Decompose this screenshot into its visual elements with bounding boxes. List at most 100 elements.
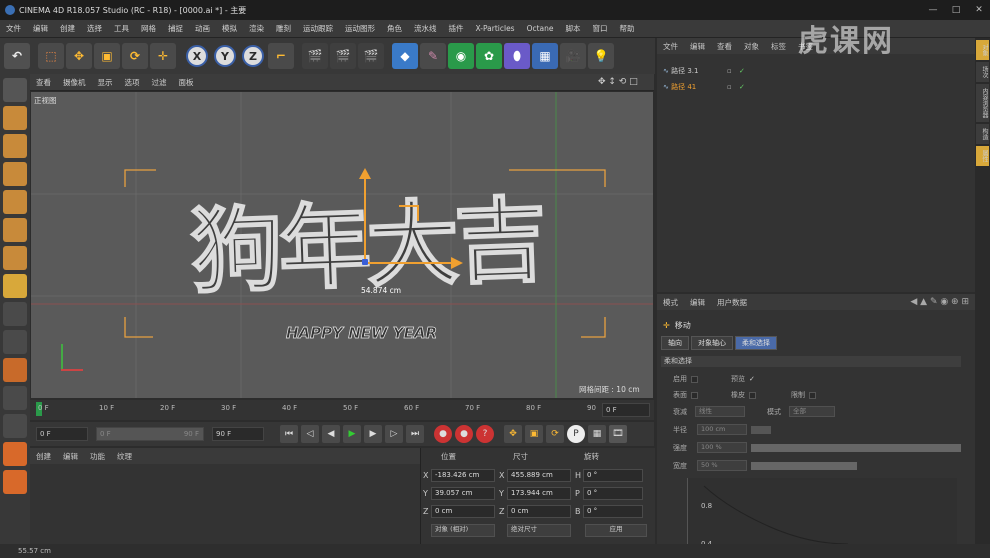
texture-mode-icon[interactable] <box>3 134 27 158</box>
object-row-2[interactable]: ∿ 路径 41 ▫ ✓ <box>663 82 745 92</box>
camera-icon[interactable]: 🎥 <box>560 43 586 69</box>
prev-frame-icon[interactable]: ◀ <box>322 425 340 443</box>
menu-item[interactable]: 运动图形 <box>339 23 381 34</box>
material-menu-item[interactable]: 功能 <box>84 451 111 462</box>
tweak-icon[interactable] <box>3 302 27 326</box>
menu-item[interactable]: 角色 <box>381 23 408 34</box>
rotation-field[interactable]: 0 ° <box>583 469 643 482</box>
material-menu-item[interactable]: 编辑 <box>57 451 84 462</box>
right-tab[interactable]: 属性 <box>976 146 989 166</box>
axis-x-lock[interactable]: X <box>184 43 210 69</box>
workplane-icon[interactable] <box>3 162 27 186</box>
prev-key-icon[interactable]: ◁ <box>301 425 319 443</box>
render-picture-icon[interactable]: 🎬 <box>330 43 356 69</box>
enabled-check-icon[interactable]: ✓ <box>739 67 745 75</box>
record-icon[interactable]: ● <box>434 425 452 443</box>
attribute-menu-item[interactable]: 模式 <box>657 297 684 308</box>
range-slider[interactable]: 0 F 90 F <box>96 427 204 441</box>
object-menu-item[interactable]: 标签 <box>765 41 792 52</box>
viewport-menu-item[interactable]: 过滤 <box>146 77 173 88</box>
next-frame-icon[interactable]: ▶ <box>364 425 382 443</box>
width-field[interactable]: 50 % <box>697 460 747 471</box>
menu-item[interactable]: 窗口 <box>587 23 614 34</box>
menu-item[interactable]: 运动跟踪 <box>297 23 339 34</box>
key-rotate-icon[interactable]: ⟳ <box>546 425 564 443</box>
close-button[interactable]: ✕ <box>968 3 990 17</box>
key-move-icon[interactable]: ✥ <box>504 425 522 443</box>
apply-button[interactable]: 应用 <box>585 524 647 537</box>
xparticles-icon[interactable] <box>3 442 27 466</box>
preview-checkbox[interactable]: ✓ <box>749 375 755 383</box>
script-icon[interactable] <box>3 414 27 438</box>
viewport-menu-item[interactable]: 摄像机 <box>57 77 92 88</box>
object-menu-item[interactable]: 查看 <box>711 41 738 52</box>
rubber-checkbox[interactable] <box>749 391 756 399</box>
coord-mode-dropdown[interactable]: 对象 (相对) <box>431 524 495 537</box>
rotation-field[interactable]: 0 ° <box>583 487 643 500</box>
coordinate-system-icon[interactable]: ⌐ <box>268 43 294 69</box>
menu-item[interactable]: 模拟 <box>216 23 243 34</box>
move-gizmo-y-axis[interactable] <box>364 174 366 264</box>
menu-item[interactable]: 动画 <box>189 23 216 34</box>
enable-axis-icon[interactable] <box>3 274 27 298</box>
menu-item[interactable]: 插件 <box>443 23 470 34</box>
goto-start-icon[interactable]: ⏮ <box>280 425 298 443</box>
menu-item[interactable]: 工具 <box>108 23 135 34</box>
model-mode-icon[interactable] <box>3 106 27 130</box>
menu-item[interactable]: 流水线 <box>408 23 443 34</box>
subdivision-icon[interactable]: ◉ <box>448 43 474 69</box>
max-frame-field[interactable]: 90 F <box>212 427 264 441</box>
radius-field[interactable]: 100 cm <box>697 424 747 435</box>
falloff-dropdown[interactable]: 线性 <box>695 406 745 417</box>
viewport-nav-icons[interactable]: ✥ ↕ ⟲ □ <box>598 77 638 87</box>
viewport-menu-item[interactable]: 显示 <box>92 77 119 88</box>
key-scale-icon[interactable]: ▣ <box>525 425 543 443</box>
polygons-mode-icon[interactable] <box>3 246 27 270</box>
menu-item[interactable]: 渲染 <box>243 23 270 34</box>
play-icon[interactable]: ▶ <box>343 425 361 443</box>
object-menu-item[interactable]: 编辑 <box>684 41 711 52</box>
enable-row[interactable]: 启用 <box>673 374 702 384</box>
menu-item[interactable]: 捕捉 <box>162 23 189 34</box>
visibility-icon[interactable]: ▫ <box>727 67 732 75</box>
viewport-menu-item[interactable]: 选项 <box>119 77 146 88</box>
menu-item[interactable]: 文件 <box>0 23 27 34</box>
enable-checkbox[interactable] <box>691 375 698 383</box>
deformer-icon[interactable]: ⬮ <box>504 43 530 69</box>
current-frame-field[interactable]: 0 F <box>36 427 88 441</box>
timeline-window-icon[interactable]: 🎞 <box>609 425 627 443</box>
edges-mode-icon[interactable] <box>3 218 27 242</box>
lock-icon[interactable] <box>3 386 27 410</box>
right-tab[interactable]: 构造 <box>976 124 989 144</box>
axis-z-lock[interactable]: Z <box>240 43 266 69</box>
render-view-icon[interactable]: 🎬 <box>302 43 328 69</box>
width-slider[interactable] <box>751 461 857 470</box>
mode-dropdown[interactable]: 全部 <box>789 406 835 417</box>
rotation-field[interactable]: 0 ° <box>583 505 643 518</box>
move-all-icon[interactable]: ✛ <box>150 43 176 69</box>
attribute-tab[interactable]: 轴向 <box>661 336 689 350</box>
radius-slider[interactable] <box>751 425 771 434</box>
position-field[interactable]: -183.426 cm <box>431 469 495 482</box>
attribute-tab[interactable]: 对象轴心 <box>691 336 733 350</box>
maximize-button[interactable]: □ <box>945 3 967 17</box>
cube-icon[interactable]: ◆ <box>392 43 418 69</box>
object-menu-item[interactable]: 对象 <box>738 41 765 52</box>
rubber-row[interactable]: 橡皮 <box>731 390 760 400</box>
menu-item[interactable]: 雕刻 <box>270 23 297 34</box>
size-field[interactable]: 455.889 cm <box>507 469 571 482</box>
material-area[interactable] <box>30 464 420 544</box>
size-field[interactable]: 0 cm <box>507 505 571 518</box>
undo-icon[interactable]: ↶ <box>4 43 30 69</box>
move-icon[interactable]: ✥ <box>66 43 92 69</box>
move-gizmo-x-axis[interactable] <box>365 262 455 264</box>
position-field[interactable]: 0 cm <box>431 505 495 518</box>
right-tab[interactable]: 场次 <box>976 62 989 82</box>
restrict-row[interactable]: 限制 <box>791 390 820 400</box>
restrict-checkbox[interactable] <box>809 391 816 399</box>
attribute-menu-item[interactable]: 用户数据 <box>711 297 753 308</box>
menu-item[interactable]: 脚本 <box>560 23 587 34</box>
end-frame-field[interactable]: 0 F <box>602 403 650 417</box>
live-select-icon[interactable]: ⬚ <box>38 43 64 69</box>
pen-icon[interactable]: ✎ <box>420 43 446 69</box>
